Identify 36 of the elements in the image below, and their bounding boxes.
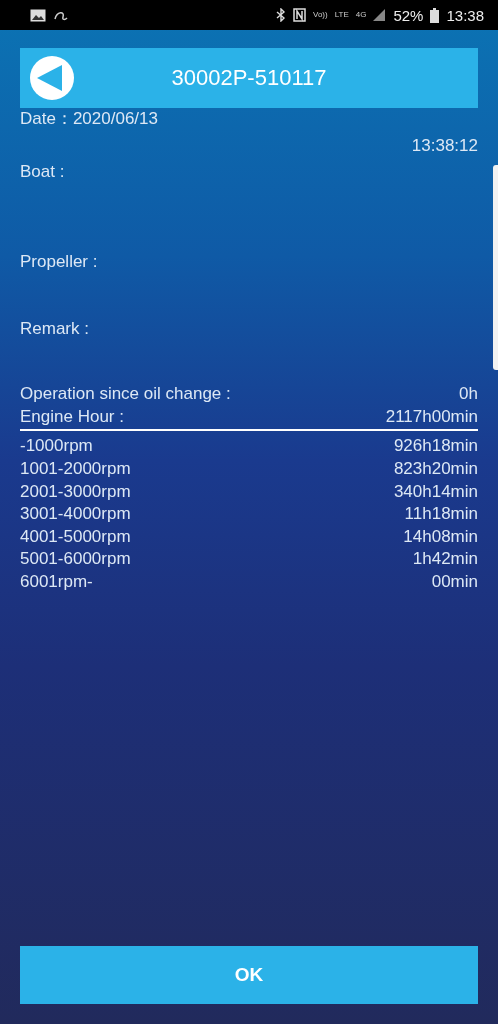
network-label: 4G [355,11,367,19]
battery-percent: 52% [393,6,424,24]
stat-value: 2117h00min [385,405,478,428]
rpm-range: 3001-4000rpm [20,503,131,526]
time-text: 13:38:12 [410,134,478,157]
rpm-hours: 14h08min [403,525,478,548]
stat-value: 0h [459,383,478,406]
back-icon[interactable] [30,56,74,100]
rpm-range: 4001-5000rpm [20,525,131,548]
field-label: Remark : [20,318,90,341]
signal-icon [373,9,387,21]
rpm-range: 5001-6000rpm [20,548,131,571]
bluetooth-icon [276,8,286,22]
stat-label: Engine Hour : [20,405,124,428]
rpm-range: 6001rpm- [20,570,93,593]
rpm-hours: 340h14min [393,480,478,503]
date-text: Date：2020/06/13 [20,108,159,130]
rpm-hours: 11h18min [404,503,478,526]
field-label: Propeller : [20,251,99,274]
network-label: LTE [334,11,349,19]
nfc-icon [293,8,306,22]
field-label: Boat : [20,161,66,184]
rpm-range: -1000rpm [20,435,93,458]
rpm-hours: 1h42min [412,548,478,571]
battery-icon [430,7,440,23]
stat-label: Operation since oil change : [20,383,231,406]
image-icon [30,8,46,22]
status-time: 13:38 [446,6,484,24]
rpm-range: 2001-3000rpm [20,480,131,503]
device-title: 30002P-510117 [171,65,327,91]
rpm-hours: 823h20min [393,457,478,480]
ok-button[interactable]: OK [20,946,478,1004]
rpm-hours: 926h18min [393,435,478,458]
rpm-hours: 00min [431,570,478,593]
network-label: Vo)) [313,11,328,19]
rpm-range: 1001-2000rpm [20,457,131,480]
